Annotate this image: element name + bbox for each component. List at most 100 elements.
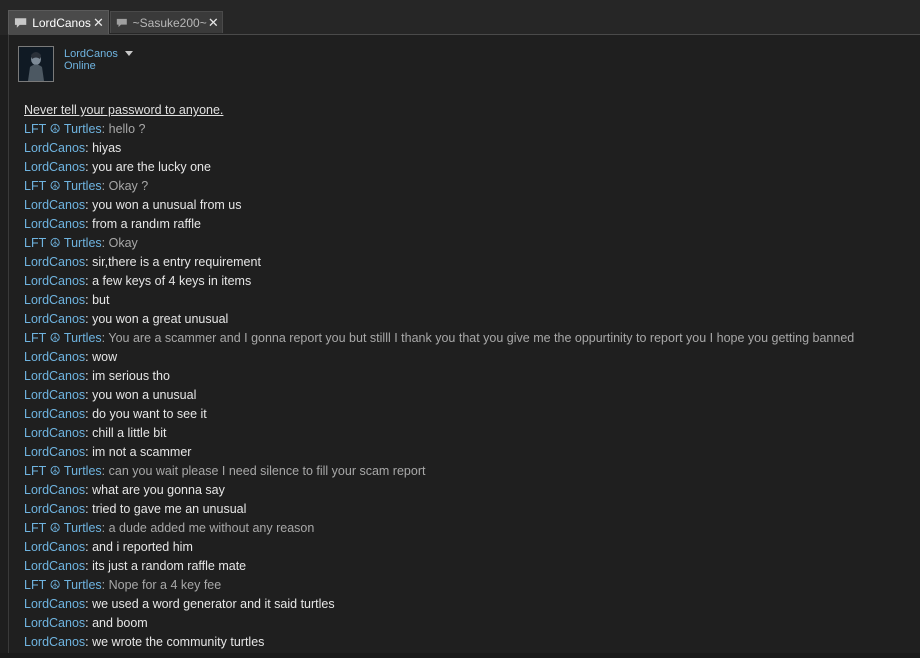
message-text: you won a great unusual — [92, 312, 229, 326]
chat-message: LFT ☮ Turtles: Okay ? — [24, 177, 920, 196]
close-tab-icon[interactable]: ✕ — [91, 15, 106, 31]
close-tab-icon[interactable]: ✕ — [207, 15, 220, 31]
chat-pane: LordCanos Online Never tell your passwor… — [8, 35, 920, 653]
message-sender[interactable]: LordCanos — [24, 502, 85, 516]
message-text: hiyas — [92, 141, 122, 155]
message-sender[interactable]: LFT ☮ Turtles — [24, 331, 102, 345]
message-separator: : — [101, 578, 109, 592]
message-sender[interactable]: LordCanos — [24, 312, 85, 326]
tab-label: LordCanos — [32, 15, 91, 30]
message-sender[interactable]: LordCanos — [24, 426, 85, 440]
chat-message: LordCanos: and boom — [24, 614, 920, 633]
message-text: You are a scammer and I gonna report you… — [108, 331, 855, 345]
message-text: its just a random raffle mate — [92, 559, 247, 573]
chat-message: LordCanos: you won a unusual from us — [24, 196, 920, 215]
password-warning: Never tell your password to anyone. — [24, 103, 224, 117]
chat-message: LordCanos: im not a scammer — [24, 443, 920, 462]
message-sender[interactable]: LordCanos — [24, 141, 85, 155]
chat-bubble-icon — [14, 17, 27, 28]
message-text: im not a scammer — [92, 445, 192, 459]
message-sender[interactable]: LordCanos — [24, 160, 85, 174]
tab-lordcanos[interactable]: LordCanos ✕ — [8, 10, 109, 34]
message-sender[interactable]: LordCanos — [24, 274, 85, 288]
message-sender[interactable]: LordCanos — [24, 540, 85, 554]
message-text: you are the lucky one — [92, 160, 211, 174]
chat-message: LFT ☮ Turtles: Nope for a 4 key fee — [24, 576, 920, 595]
chat-log: Never tell your password to anyone. LFT … — [24, 101, 920, 652]
friend-name: LordCanos — [64, 47, 118, 60]
message-text: and boom — [92, 616, 148, 630]
message-sender[interactable]: LFT ☮ Turtles — [24, 521, 102, 535]
message-text: can you wait please I need silence to fi… — [108, 464, 426, 478]
avatar-figure-icon — [19, 47, 53, 81]
message-sender[interactable]: LFT ☮ Turtles — [24, 179, 102, 193]
message-separator: : — [101, 179, 109, 193]
message-sender[interactable]: LFT ☮ Turtles — [24, 578, 102, 592]
message-sender[interactable]: LordCanos — [24, 388, 85, 402]
message-sender[interactable]: LordCanos — [24, 483, 85, 497]
message-sender[interactable]: LordCanos — [24, 445, 85, 459]
message-text: tried to gave me an unusual — [92, 502, 247, 516]
chat-message: LordCanos: we used a word generator and … — [24, 595, 920, 614]
message-sender[interactable]: LordCanos — [24, 350, 85, 364]
chat-message: LFT ☮ Turtles: Okay — [24, 234, 920, 253]
friend-status: Online — [64, 60, 96, 72]
chat-message: LordCanos: do you want to see it — [24, 405, 920, 424]
message-text: and i reported him — [92, 540, 193, 554]
chat-message: LordCanos: what are you gonna say — [24, 481, 920, 500]
chat-tab-bar: LordCanos ✕ ~Sasuke200~ ✕ — [0, 0, 920, 35]
chat-message: LordCanos: a few keys of 4 keys in items — [24, 272, 920, 291]
tab-sasuke200[interactable]: ~Sasuke200~ ✕ — [110, 11, 223, 33]
chat-message: LFT ☮ Turtles: a dude added me without a… — [24, 519, 920, 538]
message-sender[interactable]: LFT ☮ Turtles — [24, 122, 102, 136]
chat-message: LordCanos: hiyas — [24, 139, 920, 158]
message-sender[interactable]: LFT ☮ Turtles — [24, 464, 102, 478]
message-text: sir,there is a entry requirement — [92, 255, 261, 269]
message-text: chill a little bit — [92, 426, 167, 440]
message-sender[interactable]: LordCanos — [24, 635, 85, 649]
message-sender[interactable]: LFT ☮ Turtles — [24, 236, 102, 250]
message-text: from a randım raffle — [92, 217, 201, 231]
message-separator: : — [101, 464, 109, 478]
message-text: a dude added me without any reason — [108, 521, 315, 535]
chat-message: LordCanos: you are the lucky one — [24, 158, 920, 177]
message-sender[interactable]: LordCanos — [24, 198, 85, 212]
message-sender[interactable]: LordCanos — [24, 407, 85, 421]
friend-name-dropdown[interactable]: LordCanos — [64, 47, 133, 60]
chat-message: LordCanos: tried to gave me an unusual — [24, 500, 920, 519]
chat-message: LordCanos: its just a random raffle mate — [24, 557, 920, 576]
message-sender[interactable]: LordCanos — [24, 616, 85, 630]
chat-message: LordCanos: but — [24, 291, 920, 310]
message-text: Nope for a 4 key fee — [108, 578, 222, 592]
message-sender[interactable]: LordCanos — [24, 369, 85, 383]
chat-message: LordCanos: you won a great unusual — [24, 310, 920, 329]
chat-message: LFT ☮ Turtles: hello ? — [24, 120, 920, 139]
message-text: do you want to see it — [92, 407, 207, 421]
message-sender[interactable]: LordCanos — [24, 255, 85, 269]
friend-header: LordCanos Online — [18, 46, 133, 82]
chat-message: LordCanos: im serious tho — [24, 367, 920, 386]
chat-message: LordCanos: we wrote the community turtle… — [24, 633, 920, 652]
message-sender[interactable]: LordCanos — [24, 293, 85, 307]
avatar[interactable] — [18, 46, 54, 82]
message-text: a few keys of 4 keys in items — [92, 274, 252, 288]
chat-message: LFT ☮ Turtles: can you wait please I nee… — [24, 462, 920, 481]
chat-message: LordCanos: from a randım raffle — [24, 215, 920, 234]
chat-message: LordCanos: sir,there is a entry requirem… — [24, 253, 920, 272]
message-text: im serious tho — [92, 369, 170, 383]
message-text: but — [92, 293, 110, 307]
message-separator: : — [101, 521, 109, 535]
chat-message: LordCanos: and i reported him — [24, 538, 920, 557]
tab-label: ~Sasuke200~ — [132, 15, 207, 30]
message-sender[interactable]: LordCanos — [24, 597, 85, 611]
message-sender[interactable]: LordCanos — [24, 217, 85, 231]
chat-bubble-icon — [116, 18, 127, 27]
message-sender[interactable]: LordCanos — [24, 559, 85, 573]
chat-message: LordCanos: wow — [24, 348, 920, 367]
message-separator: : — [101, 122, 109, 136]
message-text: hello ? — [108, 122, 146, 136]
message-text: you won a unusual from us — [92, 198, 242, 212]
window-bottom-edge — [0, 653, 920, 658]
message-text: wow — [92, 350, 118, 364]
message-text: we wrote the community turtles — [92, 635, 265, 649]
